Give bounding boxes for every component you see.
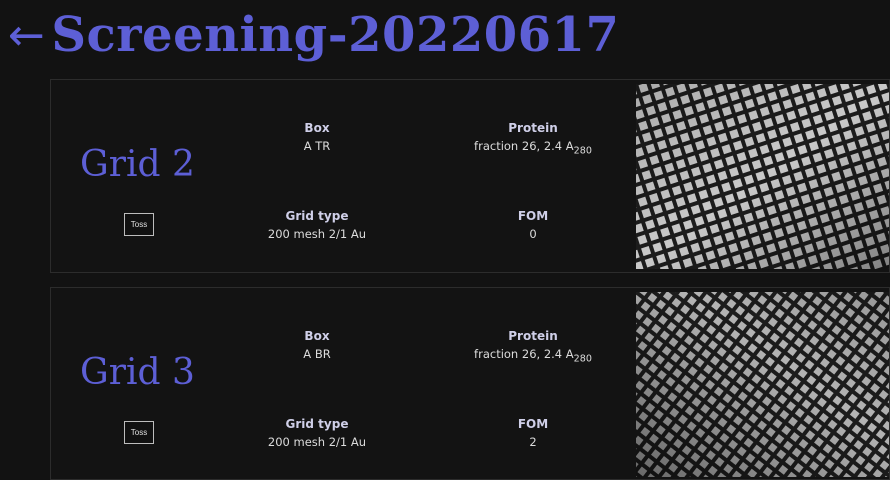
box-field: Box A TR bbox=[227, 121, 407, 155]
atlas-mesh-image bbox=[636, 292, 889, 477]
protein-label: Protein bbox=[508, 121, 558, 135]
page-header: ← Screening-20220617 bbox=[8, 0, 619, 70]
box-label: Box bbox=[304, 121, 330, 135]
back-arrow-icon[interactable]: ← bbox=[8, 10, 45, 61]
grid-title: Grid 2 bbox=[80, 144, 195, 185]
protein-value: fraction 26, 2.4 A280 bbox=[443, 346, 623, 367]
fom-field: FOM 0 bbox=[443, 209, 623, 243]
fom-label: FOM bbox=[517, 417, 549, 431]
grid-type-field: Grid type 200 mesh 2/1 Au bbox=[227, 209, 407, 243]
box-field: Box A BR bbox=[227, 329, 407, 363]
grid-type-label: Grid type bbox=[285, 209, 349, 223]
fom-label: FOM bbox=[517, 209, 549, 223]
box-label: Box bbox=[304, 329, 330, 343]
grid-title: Grid 3 bbox=[80, 352, 195, 393]
toss-button[interactable]: Toss bbox=[124, 213, 154, 236]
grid-card: Grid 2 Toss Box A TR Protein fraction 26… bbox=[50, 79, 890, 273]
grid-atlas-thumbnail[interactable] bbox=[636, 84, 889, 269]
protein-field: Protein fraction 26, 2.4 A280 bbox=[443, 121, 623, 159]
fom-value: 2 bbox=[529, 435, 537, 449]
grid-type-value: 200 mesh 2/1 Au bbox=[267, 227, 367, 241]
grid-atlas-thumbnail[interactable] bbox=[636, 292, 889, 477]
grid-card: Grid 3 Toss Box A BR Protein fraction 26… bbox=[50, 287, 890, 480]
grid-type-field: Grid type 200 mesh 2/1 Au bbox=[227, 417, 407, 451]
toss-button[interactable]: Toss bbox=[124, 421, 154, 444]
fom-value: 0 bbox=[529, 227, 537, 241]
page-title: Screening-20220617 bbox=[51, 7, 620, 63]
fom-field: FOM 2 bbox=[443, 417, 623, 451]
grid-type-value: 200 mesh 2/1 Au bbox=[267, 435, 367, 449]
protein-text: fraction 26, 2.4 A bbox=[474, 347, 574, 361]
box-value: A BR bbox=[303, 347, 331, 361]
protein-label: Protein bbox=[508, 329, 558, 343]
grid-type-label: Grid type bbox=[285, 417, 349, 431]
atlas-mesh-image bbox=[636, 84, 889, 269]
protein-value: fraction 26, 2.4 A280 bbox=[443, 138, 623, 159]
box-value: A TR bbox=[303, 139, 331, 153]
protein-text: fraction 26, 2.4 A bbox=[474, 139, 574, 153]
protein-field: Protein fraction 26, 2.4 A280 bbox=[443, 329, 623, 367]
protein-subscript: 280 bbox=[573, 353, 592, 365]
protein-subscript: 280 bbox=[573, 145, 592, 157]
